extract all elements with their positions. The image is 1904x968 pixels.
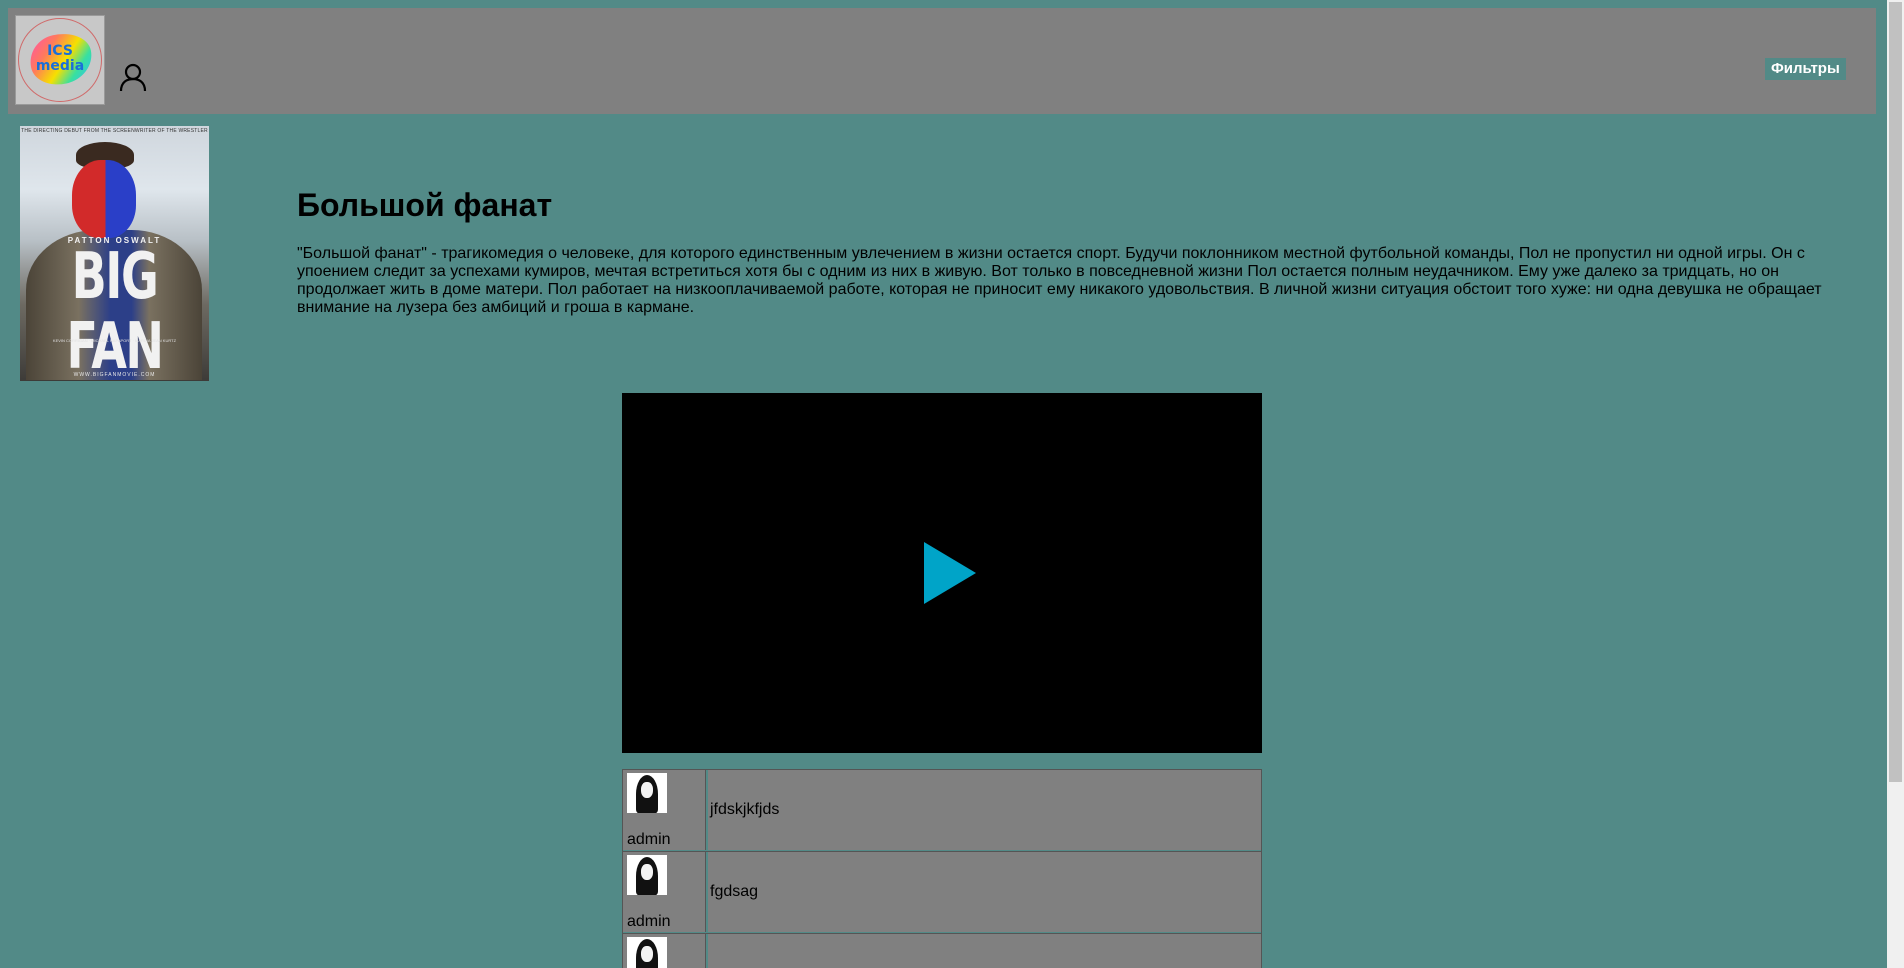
comment-author: admin [627, 831, 671, 848]
scrollbar-thumb[interactable] [1889, 2, 1902, 782]
comment-author: admin [627, 913, 671, 930]
comment-author-cell: admin [623, 852, 706, 932]
page: ICS media Фильтры THE DIRECTING DEBUT FR… [0, 0, 1904, 968]
avatar [627, 937, 667, 968]
video-player[interactable] [622, 393, 1262, 753]
avatar-face [641, 864, 653, 880]
user-profile-icon[interactable] [118, 62, 148, 92]
movie-description: "Большой фанат" - трагикомедия о человек… [297, 245, 1822, 316]
comment-text: jfdskjkfjds [708, 770, 1261, 850]
comment-row: admin fgdsag [622, 851, 1262, 933]
poster-title: BIG FAN [66, 240, 164, 381]
comment-author-cell: admin [623, 770, 706, 850]
poster-credits: KEVIN CORRIGAN · MICHAEL RAPAPORT · MARC… [52, 338, 177, 343]
logo-text: ICS media [35, 43, 85, 74]
filters-button[interactable]: Фильтры [1765, 58, 1846, 80]
site-header: ICS media Фильтры [8, 8, 1876, 114]
site-logo[interactable]: ICS media [15, 15, 105, 105]
movie-title: Большой фанат [297, 187, 553, 223]
play-icon[interactable] [924, 542, 976, 604]
avatar [627, 773, 667, 813]
comment-text [708, 934, 1261, 968]
movie-poster: THE DIRECTING DEBUT FROM THE SCREENWRITE… [20, 126, 209, 381]
page-scrollbar[interactable] [1887, 0, 1904, 968]
poster-url: WWW.BIGFANMOVIE.COM [73, 372, 156, 378]
comment-text: fgdsag [708, 852, 1261, 932]
avatar [627, 855, 667, 895]
avatar-face [641, 946, 653, 962]
comment-author-cell [623, 934, 706, 968]
poster-figure-face [72, 160, 136, 238]
avatar-face [641, 782, 653, 798]
comment-row [622, 933, 1262, 968]
comments-list: admin jfdskjkfjds admin fgdsag [622, 769, 1262, 968]
comment-row: admin jfdskjkfjds [622, 769, 1262, 851]
poster-tagline: THE DIRECTING DEBUT FROM THE SCREENWRITE… [21, 128, 208, 134]
